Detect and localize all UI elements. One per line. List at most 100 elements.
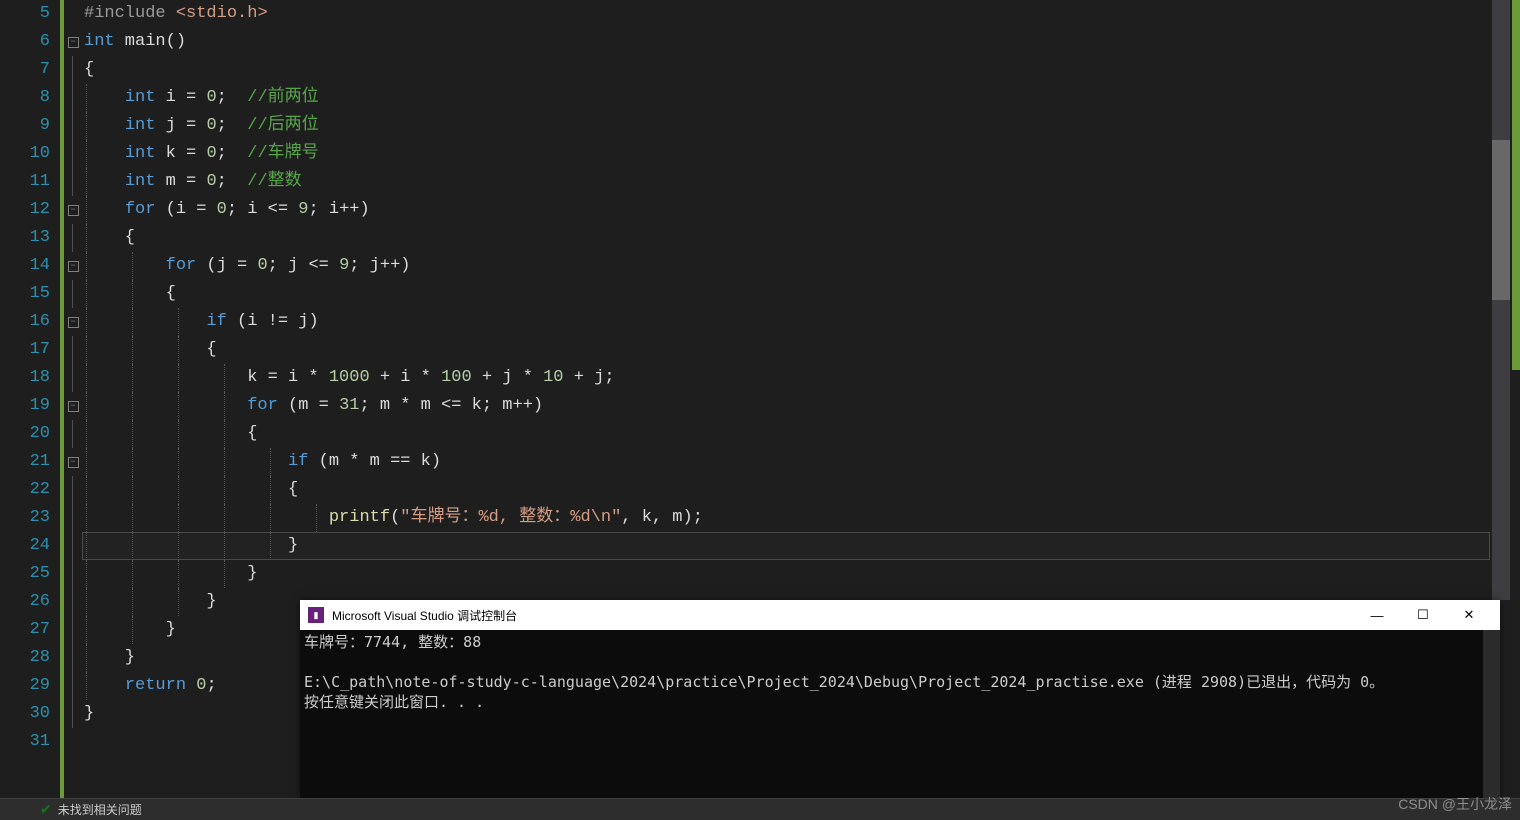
vertical-scrollbar-thumb[interactable]	[1492, 140, 1510, 300]
line-number: 21	[0, 448, 60, 476]
indent-guide	[86, 532, 87, 560]
code-line[interactable]: int m = 0; //整数	[84, 168, 1520, 196]
line-number: 9	[0, 112, 60, 140]
line-number: 27	[0, 616, 60, 644]
line-number: 24	[0, 532, 60, 560]
code-line[interactable]: {	[84, 476, 1520, 504]
indent-guide	[132, 252, 133, 280]
line-number: 29	[0, 672, 60, 700]
indent-guide	[224, 476, 225, 504]
console-line: 车牌号：7744, 整数：88	[304, 633, 481, 651]
maximize-button[interactable]: ☐	[1400, 600, 1446, 630]
indent-guide	[178, 532, 179, 560]
indent-guide	[86, 308, 87, 336]
console-titlebar[interactable]: ▮ Microsoft Visual Studio 调试控制台 — ☐ ✕	[300, 600, 1500, 630]
code-line[interactable]: {	[84, 280, 1520, 308]
window-controls: — ☐ ✕	[1354, 600, 1492, 630]
indent-guide	[224, 392, 225, 420]
line-number: 14	[0, 252, 60, 280]
status-bar: ✔ 未找到相关问题	[0, 798, 1520, 820]
indent-guide	[86, 280, 87, 308]
indent-guide	[178, 420, 179, 448]
vertical-scrollbar-track[interactable]	[1492, 0, 1510, 600]
indent-guide	[86, 224, 87, 252]
indent-guide	[178, 560, 179, 588]
scrollbar-change-marker	[1512, 0, 1520, 370]
code-line[interactable]: }	[84, 560, 1520, 588]
minimize-button[interactable]: —	[1354, 600, 1400, 630]
indent-guide	[86, 392, 87, 420]
console-output[interactable]: 车牌号：7744, 整数：88 E:\C_path\note-of-study-…	[300, 630, 1500, 800]
code-line[interactable]: #include <stdio.h>	[84, 0, 1520, 28]
indent-guide	[224, 532, 225, 560]
indent-guide	[132, 280, 133, 308]
line-number: 26	[0, 588, 60, 616]
console-title: Microsoft Visual Studio 调试控制台	[332, 607, 517, 624]
indent-guide	[224, 448, 225, 476]
indent-guide	[86, 420, 87, 448]
indent-guide	[178, 308, 179, 336]
line-number: 30	[0, 700, 60, 728]
fold-collapse-icon[interactable]: −	[68, 261, 79, 272]
indent-guide	[132, 336, 133, 364]
code-line[interactable]: }	[84, 532, 1520, 560]
fold-collapse-icon[interactable]: −	[68, 317, 79, 328]
debug-console-window[interactable]: ▮ Microsoft Visual Studio 调试控制台 — ☐ ✕ 车牌…	[300, 600, 1500, 800]
code-line[interactable]: {	[84, 224, 1520, 252]
code-line[interactable]: if (m * m == k)	[84, 448, 1520, 476]
code-line[interactable]: if (i != j)	[84, 308, 1520, 336]
fold-collapse-icon[interactable]: −	[68, 401, 79, 412]
console-line: 按任意键关闭此窗口. . .	[304, 693, 484, 711]
line-number: 12	[0, 196, 60, 224]
line-number: 6	[0, 28, 60, 56]
console-scrollbar[interactable]	[1483, 630, 1500, 800]
code-line[interactable]: printf("车牌号：%d, 整数：%d\n", k, m);	[84, 504, 1520, 532]
fold-collapse-icon[interactable]: −	[68, 37, 79, 48]
indent-guide	[178, 336, 179, 364]
line-number-gutter: 5678910111213141516171819202122232425262…	[0, 0, 60, 820]
line-number: 19	[0, 392, 60, 420]
indent-guide	[86, 140, 87, 168]
indent-guide	[132, 364, 133, 392]
code-line[interactable]: for (i = 0; i <= 9; i++)	[84, 196, 1520, 224]
line-number: 31	[0, 728, 60, 756]
code-line[interactable]: for (m = 31; m * m <= k; m++)	[84, 392, 1520, 420]
indent-guide	[86, 616, 87, 644]
indent-guide	[86, 168, 87, 196]
code-line[interactable]: int j = 0; //后两位	[84, 112, 1520, 140]
code-line[interactable]: {	[84, 336, 1520, 364]
indent-guide	[132, 420, 133, 448]
code-line[interactable]: int k = 0; //车牌号	[84, 140, 1520, 168]
line-number: 7	[0, 56, 60, 84]
indent-guide	[224, 560, 225, 588]
code-line[interactable]: {	[84, 420, 1520, 448]
indent-guide	[178, 448, 179, 476]
indent-guide	[270, 476, 271, 504]
line-number: 18	[0, 364, 60, 392]
code-line[interactable]: {	[84, 56, 1520, 84]
console-app-icon: ▮	[308, 607, 324, 623]
indent-guide	[86, 560, 87, 588]
indent-guide	[316, 504, 317, 532]
indent-guide	[132, 532, 133, 560]
indent-guide	[132, 504, 133, 532]
indent-guide	[132, 448, 133, 476]
indent-guide	[86, 252, 87, 280]
code-line[interactable]: int main()	[84, 28, 1520, 56]
indent-guide	[86, 196, 87, 224]
line-number: 22	[0, 476, 60, 504]
fold-collapse-icon[interactable]: −	[68, 205, 79, 216]
indent-guide	[86, 84, 87, 112]
fold-collapse-icon[interactable]: −	[68, 457, 79, 468]
close-button[interactable]: ✕	[1446, 600, 1492, 630]
code-line[interactable]: int i = 0; //前两位	[84, 84, 1520, 112]
indent-guide	[86, 112, 87, 140]
indent-guide	[132, 560, 133, 588]
code-line[interactable]: k = i * 1000 + i * 100 + j * 10 + j;	[84, 364, 1520, 392]
fold-column[interactable]: − − − − − −	[64, 0, 82, 820]
indent-guide	[178, 588, 179, 616]
line-number: 23	[0, 504, 60, 532]
status-text: 未找到相关问题	[58, 801, 142, 818]
line-number: 16	[0, 308, 60, 336]
code-line[interactable]: for (j = 0; j <= 9; j++)	[84, 252, 1520, 280]
